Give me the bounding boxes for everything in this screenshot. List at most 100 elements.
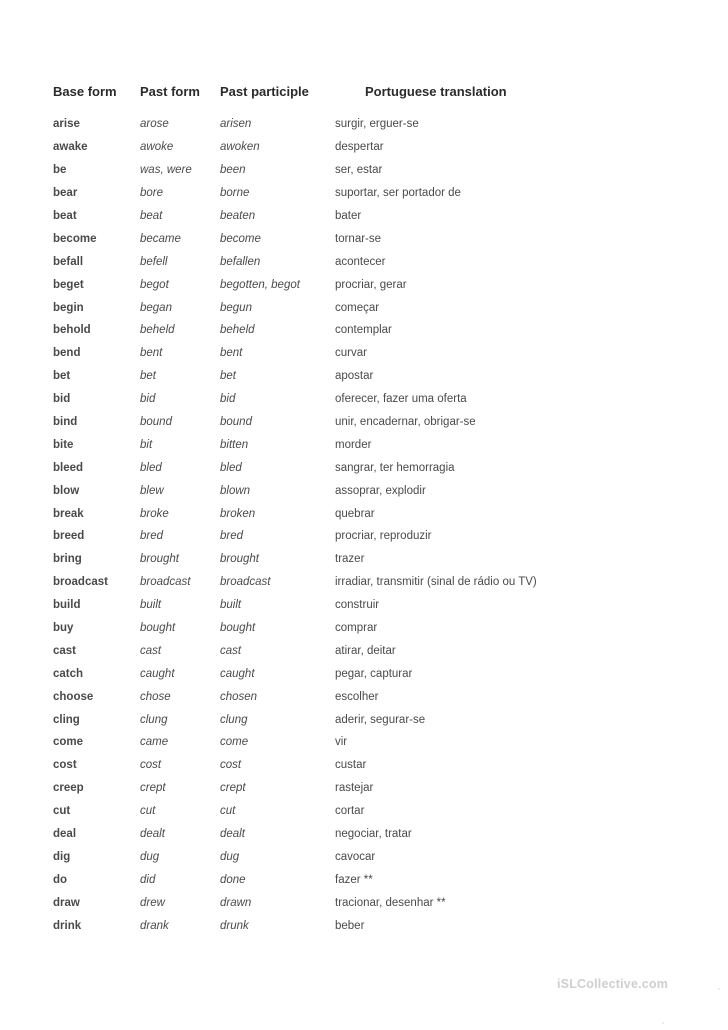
- verb-past-form: drank: [140, 919, 169, 932]
- verb-base-form: bear: [53, 187, 78, 200]
- verb-base-form: deal: [53, 828, 77, 841]
- verb-past-form: bent: [140, 347, 163, 360]
- verb-past-form: bled: [140, 461, 162, 474]
- table-row: buy bought bought comprar: [53, 617, 673, 640]
- table-row: awake awoke awoken despertar: [53, 136, 673, 159]
- verb-base-form: arise: [53, 118, 80, 131]
- verb-translation: procriar, gerar: [335, 278, 407, 291]
- verb-base-form: begin: [53, 301, 84, 314]
- table-row: arise arose arisen surgir, erguer-se: [53, 113, 673, 136]
- verb-translation: vir: [335, 736, 348, 749]
- verb-base-form: bid: [53, 393, 71, 406]
- verb-past-participle: chosen: [220, 690, 258, 703]
- verb-translation: apostar: [335, 370, 374, 383]
- verb-base-form: creep: [53, 782, 84, 795]
- table-row: catch caught caught pegar, capturar: [53, 662, 673, 685]
- irregular-verbs-table: Base form Past form Past participle Port…: [53, 84, 673, 937]
- table-row: come came come vir: [53, 731, 673, 754]
- verb-base-form: be: [53, 164, 67, 177]
- verb-past-form: bid: [140, 393, 156, 406]
- verb-base-form: beget: [53, 278, 84, 291]
- verb-past-participle: awoken: [220, 141, 260, 154]
- verb-past-form: built: [140, 599, 162, 612]
- verb-translation: rastejar: [335, 782, 374, 795]
- verb-translation: construir: [335, 599, 380, 612]
- verb-translation: escolher: [335, 690, 379, 703]
- verb-past-participle: beheld: [220, 324, 255, 337]
- verb-base-form: behold: [53, 324, 91, 337]
- verb-base-form: cost: [53, 759, 77, 772]
- verb-past-form: was, were: [140, 164, 192, 177]
- verb-past-participle: arisen: [220, 118, 252, 131]
- verb-past-form: brought: [140, 553, 180, 566]
- verb-past-form: cost: [140, 759, 162, 772]
- verb-past-form: cut: [140, 805, 156, 818]
- verb-base-form: beat: [53, 210, 77, 222]
- verb-translation: morder: [335, 438, 372, 451]
- table-row: bet bet bet apostar: [53, 365, 673, 388]
- verb-past-participle: cut: [220, 805, 236, 818]
- verb-base-form: do: [53, 873, 68, 886]
- table-header: Base form Past form Past participle Port…: [53, 84, 673, 113]
- verb-past-participle: dug: [220, 850, 240, 863]
- verb-translation: bater: [335, 210, 362, 222]
- verb-translation: procriar, reproduzir: [335, 530, 432, 543]
- verb-past-participle: bought: [220, 622, 256, 635]
- verb-translation: tracionar, desenhar **: [335, 896, 446, 909]
- table-row: bring brought brought trazer: [53, 548, 673, 571]
- verb-translation: unir, encadernar, obrigar-se: [335, 416, 476, 429]
- verb-past-participle: bred: [220, 530, 244, 543]
- table-row: do did done fazer **: [53, 868, 673, 891]
- verb-base-form: cast: [53, 644, 77, 657]
- verb-past-participle: bid: [220, 393, 236, 406]
- verb-past-form: bet: [140, 370, 156, 383]
- verb-past-form: broke: [140, 507, 169, 520]
- verb-past-form: beat: [140, 210, 163, 222]
- verb-base-form: build: [53, 599, 81, 612]
- verb-past-participle: bet: [220, 370, 236, 383]
- table-row: beget begot begotten, begot procriar, gerar: [53, 273, 673, 296]
- verb-past-form: dug: [140, 850, 160, 863]
- table-row: deal dealt dealt negociar, tratar: [53, 823, 673, 846]
- verb-base-form: bind: [53, 416, 78, 429]
- column-header-past-form: Past form: [140, 84, 200, 99]
- column-header-past-participle: Past participle: [220, 84, 309, 99]
- verb-past-form: began: [140, 301, 172, 314]
- verb-past-participle: brought: [220, 553, 260, 566]
- verb-translation: assoprar, explodir: [335, 484, 426, 497]
- verb-base-form: bite: [53, 438, 74, 451]
- table-row: breed bred bred procriar, reproduzir: [53, 525, 673, 548]
- verb-past-participle: drunk: [220, 919, 249, 932]
- table-row: befall befell befallen acontecer: [53, 250, 673, 273]
- verb-past-participle: begun: [220, 301, 252, 314]
- verb-past-form: came: [140, 736, 169, 749]
- table-row: begin began begun começar: [53, 296, 673, 319]
- verb-translation: ser, estar: [335, 164, 383, 177]
- verb-past-form: chose: [140, 690, 171, 703]
- verb-past-form: awoke: [140, 141, 174, 154]
- table-row: broadcast broadcast broadcast irradiar, tra…: [53, 571, 673, 594]
- verb-base-form: bet: [53, 370, 71, 383]
- verb-translation: começar: [335, 301, 380, 314]
- verb-past-form: bought: [140, 622, 176, 635]
- verb-past-participle: cast: [220, 644, 242, 657]
- verb-base-form: bleed: [53, 461, 84, 474]
- table-row: beat beat beaten bater: [53, 205, 673, 228]
- column-header-translation: Portuguese translation: [365, 84, 507, 99]
- table-row: bind bound bound unir, encadernar, obrigar-…: [53, 411, 673, 434]
- table-row: behold beheld beheld contemplar: [53, 319, 673, 342]
- verb-past-participle: bitten: [220, 438, 249, 451]
- verb-translation: tornar-se: [335, 232, 382, 245]
- verb-base-form: buy: [53, 622, 74, 635]
- table-row: cast cast cast atirar, deitar: [53, 639, 673, 662]
- verb-past-participle: borne: [220, 187, 250, 200]
- verb-past-form: beheld: [140, 324, 175, 337]
- verb-past-participle: beaten: [220, 210, 256, 222]
- verb-translation: comprar: [335, 622, 378, 635]
- verb-translation: beber: [335, 919, 365, 932]
- table-row: creep crept crept rastejar: [53, 777, 673, 800]
- verb-past-participle: cost: [220, 759, 242, 772]
- verb-base-form: draw: [53, 896, 80, 909]
- verb-translation: negociar, tratar: [335, 828, 412, 841]
- table-row: cut cut cut cortar: [53, 800, 673, 823]
